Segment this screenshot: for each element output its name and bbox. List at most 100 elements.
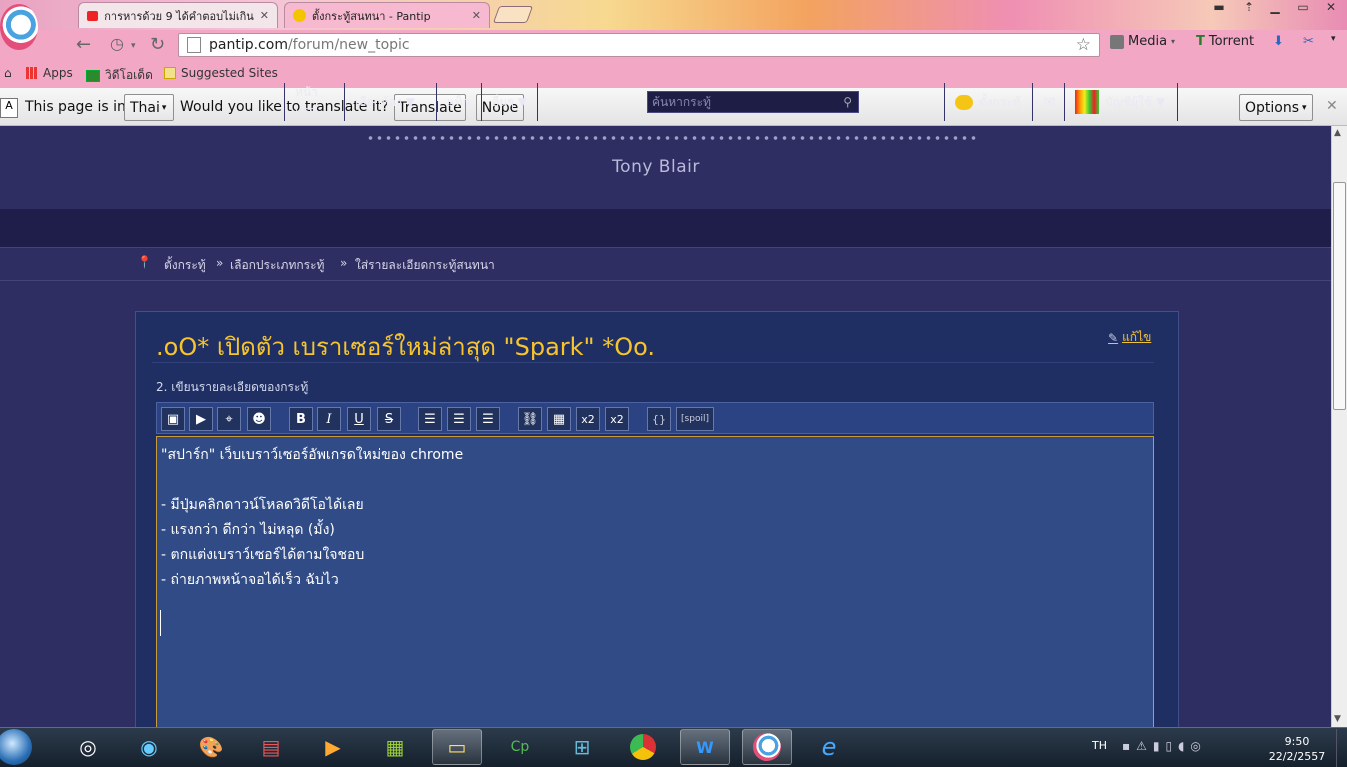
input-language[interactable]: TH	[1092, 739, 1107, 752]
history-dropdown-icon[interactable]: ▾	[131, 41, 136, 51]
bookmark-label: Suggested Sites	[181, 66, 278, 80]
scroll-down-icon[interactable]: ▼	[1334, 714, 1341, 724]
location-pin-icon: 📍	[137, 255, 152, 269]
insert-link-icon[interactable]: ⛓	[518, 407, 542, 431]
close-translate-icon[interactable]: ✕	[1326, 98, 1338, 114]
nav-more[interactable]: อื่นๆ ▼	[481, 83, 538, 121]
bookmark-suggested-sites[interactable]: Suggested Sites	[164, 66, 278, 80]
align-right-icon[interactable]: ☰	[476, 407, 500, 431]
back-icon[interactable]: ←	[76, 34, 91, 55]
paint-app-icon[interactable]: 🎨	[186, 729, 236, 765]
language-select[interactable]: Thai ▾	[124, 94, 174, 121]
page-icon	[187, 37, 201, 53]
nav-tags[interactable]: แท็ก	[436, 83, 481, 121]
browser-app-icon[interactable]: ◉	[124, 729, 174, 765]
tray-icons[interactable]: ▪⚠▮▯◖◎	[1122, 739, 1207, 753]
nav-new-topic[interactable]: ตั้งกระทู้	[944, 83, 1032, 121]
control-panel-app-icon[interactable]: ⊞	[557, 729, 607, 765]
underline-button[interactable]: U	[347, 407, 371, 431]
insert-map-icon[interactable]: ⌖	[217, 407, 241, 431]
captivate-app-icon[interactable]: Cp	[495, 729, 545, 765]
media-player-app-icon[interactable]: ▶	[308, 729, 358, 765]
options-button[interactable]: Options ▾	[1239, 94, 1313, 121]
tab-new-topic[interactable]: ตั้งกระทู้สนทนา - Pantip ✕	[284, 2, 490, 28]
breadcrumb-step-1[interactable]: ตั้งกระทู้	[164, 256, 206, 275]
maximize-icon[interactable]: ▭	[1290, 0, 1316, 20]
options-label: Options	[1245, 99, 1300, 116]
text-caret	[160, 610, 161, 636]
editor-line: "สปาร์ก" เว็บเบราว์เซอร์อัพเกรดใหม่ของ c…	[161, 447, 464, 463]
account-label: บัญชีผู้ใช้ ▼	[1105, 94, 1166, 109]
spark-browser-app-icon[interactable]	[742, 729, 792, 765]
nav-home[interactable]: หน้าแรก	[284, 83, 344, 121]
editor-line: - แรงกว่า ดีกว่า ไม่หลุด (มั้ง)	[161, 522, 335, 538]
search-icon[interactable]: ⚲	[843, 95, 852, 109]
align-center-icon[interactable]: ☰	[447, 407, 471, 431]
history-icon[interactable]: ◷	[110, 34, 124, 53]
home-icon[interactable]: ⌂	[4, 66, 12, 80]
editor-line: - ถ่ายภาพหน้าจอได้เร็ว ฉับไว	[161, 572, 339, 588]
address-bar[interactable]: pantip.com/forum/new_topic ☆	[178, 33, 1100, 57]
download-icon[interactable]: ⬇	[1273, 34, 1284, 49]
close-tab-icon[interactable]: ✕	[260, 9, 269, 22]
messages-icon[interactable]: ✉	[1032, 83, 1064, 121]
spark-browser-logo[interactable]	[0, 4, 38, 50]
chevron-down-icon: ▾	[161, 102, 167, 113]
breadcrumb-sep: »	[340, 256, 348, 270]
breadcrumb-step-2[interactable]: เลือกประเภทกระทู้	[230, 256, 324, 275]
insert-image-icon[interactable]: ▣	[161, 407, 185, 431]
insert-emoticon-icon[interactable]: ☻	[247, 407, 271, 431]
menu-chevron-icon[interactable]: ▾	[1331, 34, 1336, 44]
suggested-sites-icon	[164, 67, 176, 79]
camera-app-icon[interactable]: ◎	[63, 729, 113, 765]
strikethrough-button[interactable]: S	[377, 407, 401, 431]
clock-time: 9:50	[1284, 735, 1310, 748]
bookmark-star-icon[interactable]: ☆	[1076, 35, 1091, 55]
tab-pantip-division[interactable]: การหารด้วย 9 ได้คำตอบไม่เกิน ✕	[78, 2, 278, 28]
torrent-icon: T	[1196, 34, 1205, 49]
apps-grid-app-icon[interactable]: ▦	[370, 729, 420, 765]
insert-video-icon[interactable]: ▶	[189, 407, 213, 431]
topic-search-input[interactable]: ค้นหากระทู้ ⚲	[647, 91, 859, 113]
italic-button[interactable]: I	[317, 407, 341, 431]
file-explorer-app-icon[interactable]: ▭	[432, 729, 482, 765]
new-topic-icon	[955, 94, 973, 110]
show-desktop-button[interactable]	[1336, 729, 1347, 767]
step-label: 2. เขียนรายละเอียดของกระทู้	[156, 380, 309, 394]
close-window-icon[interactable]: ✕	[1318, 0, 1344, 20]
chat-icon[interactable]: ▬	[1206, 0, 1232, 20]
bold-button[interactable]: B	[289, 407, 313, 431]
topic-body-editor[interactable]: "สปาร์ก" เว็บเบราว์เซอร์อัพเกรดใหม่ของ c…	[156, 436, 1154, 736]
bookmark-videos[interactable]: วิดีโอเด็ด	[86, 66, 153, 85]
code-button[interactable]: {}	[647, 407, 671, 431]
word-app-icon[interactable]: W	[680, 729, 730, 765]
scroll-up-icon[interactable]: ▲	[1334, 128, 1341, 138]
insert-table-icon[interactable]: ▦	[547, 407, 571, 431]
close-tab-icon[interactable]: ✕	[472, 9, 481, 22]
subscript-button[interactable]: x2	[605, 407, 629, 431]
chrome-app-icon[interactable]	[618, 729, 668, 765]
spoiler-button[interactable]: [spoil]	[676, 407, 714, 431]
reload-icon[interactable]: ↻	[150, 34, 165, 55]
nav-account[interactable]: บัญชีผู้ใช้ ▼	[1064, 83, 1178, 121]
screenshot-icon[interactable]: ✂	[1303, 34, 1314, 49]
torrent-extension-button[interactable]: T Torrent	[1196, 34, 1254, 49]
media-extension-button[interactable]: Media ▾	[1110, 34, 1175, 49]
tab-title: ตั้งกระทู้สนทนา - Pantip	[312, 9, 431, 23]
bookmark-apps[interactable]: Apps	[26, 66, 73, 80]
pencil-icon: ✎	[1108, 330, 1119, 345]
window-restore-icon[interactable]: ⇡	[1236, 0, 1262, 20]
nav-rooms[interactable]: เลือกห้อง ▼	[344, 83, 436, 121]
minimize-icon[interactable]: ▁	[1262, 0, 1288, 20]
media-icon	[1110, 34, 1124, 49]
superscript-button[interactable]: x2	[576, 407, 600, 431]
recorder-app-icon[interactable]: ▤	[246, 729, 296, 765]
new-tab-button[interactable]	[492, 6, 534, 23]
internet-explorer-app-icon[interactable]: e	[804, 729, 854, 765]
topic-title: .oO* เปิดตัว เบราเซอร์ใหม่ล่าสุด "Spark"…	[156, 333, 655, 361]
taskbar-clock[interactable]: 9:50 22/2/2557	[1262, 734, 1332, 764]
scrollbar-thumb[interactable]	[1333, 182, 1346, 410]
align-left-icon[interactable]: ☰	[418, 407, 442, 431]
edit-title-link[interactable]: ✎ แก้ไข	[1108, 328, 1151, 347]
